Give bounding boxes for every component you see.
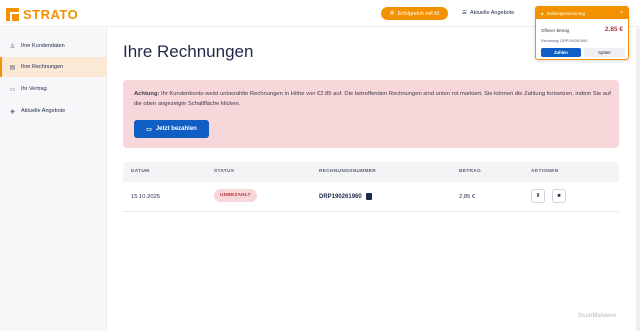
close-icon[interactable]: ×: [620, 10, 623, 16]
sidebar-item-kundendaten[interactable]: ♙ Ihre Kundendaten: [0, 36, 107, 56]
invoice-amount: 2,85 €: [459, 194, 476, 200]
pay-now-label: Jetzt bezahlen: [155, 126, 197, 132]
pdf-icon: [365, 193, 372, 200]
invoice-table: DATUM STATUS RECHNUNGSNUMMER BETRAG AKTI…: [123, 162, 619, 212]
payment-reminder-popup: ● Zahlungserinnerung × Offener Betrag 2.…: [535, 6, 629, 60]
popup-later-button[interactable]: Später: [584, 48, 625, 57]
card-icon: ▭: [146, 126, 152, 133]
sidebar-item-label: Ihr Vertrag: [21, 86, 47, 92]
status-badge: UNBEZAHLT: [214, 189, 257, 202]
alert-strong: Achtung:: [134, 91, 160, 97]
alert-message: Ihr Kundenkonto weist unbezahlte Rechnun…: [134, 91, 611, 107]
scrollbar[interactable]: [636, 28, 640, 331]
ki-button-label: Erfolgreich mit KI: [397, 10, 440, 17]
popup-amount-label: Offener Betrag: [541, 28, 570, 33]
lock-icon: ●: [541, 10, 544, 16]
column-header-status: STATUS: [214, 169, 235, 174]
logo-mark-icon: [6, 8, 19, 21]
popup-header: ● Zahlungserinnerung ×: [536, 7, 628, 19]
sparkle-icon: ✲: [389, 11, 395, 17]
list-icon: ☰: [462, 10, 467, 16]
strato-logo[interactable]: STRATO: [6, 7, 78, 22]
sidebar-item-vertrag[interactable]: ▭ Ihr Vertrag: [0, 79, 107, 99]
watermark: ScanMalware: [578, 313, 617, 319]
popup-invoice-ref: Rechnung: DRP190261960: [541, 39, 588, 43]
unpaid-alert: Achtung: Ihr Kundenkonto weist unbezahlt…: [123, 80, 619, 148]
delete-button[interactable]: ■: [552, 189, 566, 203]
popup-amount: 2.85 €: [604, 26, 623, 33]
offers-link-label: Aktuelle Angebote: [469, 10, 515, 16]
alert-text: Achtung: Ihr Kundenkonto weist unbezahlt…: [134, 90, 614, 109]
user-icon: ♙: [9, 43, 16, 50]
sidebar-item-rechnungen[interactable]: ▤ Ihre Rechnungen: [0, 57, 107, 77]
sidebar-item-label: Ihre Rechnungen: [21, 64, 64, 70]
column-header-date: DATUM: [131, 169, 150, 174]
pay-now-button[interactable]: ▭ Jetzt bezahlen: [134, 120, 209, 138]
invoice-number-text: DRP190261960: [319, 193, 362, 200]
sidebar: ♙ Ihre Kundendaten ▤ Ihre Rechnungen ▭ I…: [0, 28, 107, 331]
table-row: 15.10.2025 UNBEZAHLT DRP190261960 2,85 €…: [123, 182, 619, 212]
column-header-actions: AKTIONEN: [531, 169, 559, 174]
column-header-amount: BETRAG: [459, 169, 482, 174]
invoice-number[interactable]: DRP190261960: [319, 193, 372, 200]
download-icon: ⬇: [535, 193, 541, 199]
logo-text: STRATO: [23, 7, 79, 22]
trash-icon: ■: [557, 193, 561, 199]
contract-icon: ▭: [9, 86, 16, 93]
invoice-date: 15.10.2025: [131, 194, 161, 200]
page-title: Ihre Rechnungen: [123, 42, 254, 61]
table-header: DATUM STATUS RECHNUNGSNUMMER BETRAG AKTI…: [123, 162, 619, 182]
document-icon: ▤: [9, 64, 16, 71]
download-button[interactable]: ⬇: [531, 189, 545, 203]
sidebar-item-label: Ihre Kundendaten: [21, 43, 65, 49]
popup-pay-button[interactable]: Zahlen: [541, 48, 581, 57]
offers-link[interactable]: ☰ Aktuelle Angebote: [462, 10, 514, 16]
popup-title: Zahlungserinnerung: [546, 10, 585, 16]
ki-button[interactable]: ✲ Erfolgreich mit KI: [381, 7, 448, 20]
sidebar-item-angebote[interactable]: ◈ Aktuelle Angebote: [0, 101, 107, 121]
tag-icon: ◈: [10, 108, 15, 115]
sidebar-item-label: Aktuelle Angebote: [21, 108, 66, 114]
column-header-number: RECHNUNGSNUMMER: [319, 169, 376, 174]
